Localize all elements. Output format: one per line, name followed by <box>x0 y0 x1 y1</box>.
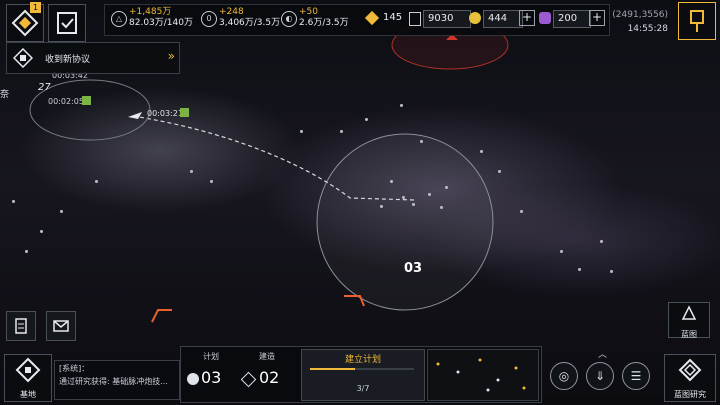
notice-arrow-icon: » <box>167 49 175 63</box>
currency3-value: 444 <box>483 10 523 28</box>
base-button[interactable]: 基地 <box>4 354 52 402</box>
establish-progress-track <box>310 368 414 370</box>
coordinates[interactable]: (2491,3556) <box>612 10 668 20</box>
pin-icon <box>690 10 704 32</box>
plan-icon <box>187 373 199 385</box>
build-header: 建造 <box>259 352 275 361</box>
fleet-timer[interactable]: 00:02:05 <box>48 97 84 106</box>
currency1-value: 145 <box>383 12 403 23</box>
currency4-icon <box>539 12 551 24</box>
gas-resource[interactable]: +50 2.6万/3.5万 <box>299 7 349 29</box>
collapse-arrow-icon[interactable]: ︿ <box>598 347 607 360</box>
crystal-icon: 0 <box>201 11 217 27</box>
notify-badge: 1 <box>30 2 41 13</box>
notice-label: 收到新协议 <box>45 55 91 65</box>
currency2-icon <box>409 12 421 26</box>
fleet-status-icon <box>82 96 91 105</box>
crystal-increase: +248 <box>219 7 244 17</box>
currency4-value: 200 <box>553 10 591 28</box>
chat-message: 通过研究获得: 基础脉冲炮技... <box>59 377 168 386</box>
gas-increase: +50 <box>299 7 318 17</box>
cluster-label: 27 <box>38 82 51 93</box>
crystal-amount: 3,406万/3.5万 <box>219 18 281 28</box>
establish-plan-title: 建立计划 <box>344 355 381 365</box>
plan-count[interactable]: 03 <box>201 368 221 387</box>
currency2-value: 9030 <box>423 10 471 28</box>
blueprint-icon <box>681 305 697 320</box>
plan-header: 计划 <box>203 352 219 361</box>
currency1-icon <box>364 10 380 26</box>
map-label: 奈 <box>0 90 10 100</box>
target-frame-left <box>151 309 172 323</box>
currency3-icon <box>469 12 481 24</box>
mail-icon <box>53 320 69 332</box>
clock: 14:55:28 <box>627 24 668 34</box>
gas-icon: ◐ <box>281 11 297 27</box>
plan-panel: 计划 建造 03 02 建立计划 3/7 <box>180 346 542 403</box>
protocol-icon <box>13 48 33 68</box>
base-icon <box>15 357 41 383</box>
metal-increase: +1,485万 <box>129 7 172 17</box>
blueprint-research-label: 蓝图研究 <box>674 390 706 399</box>
metal-resource[interactable]: +1,485万 82.03万/140万 <box>129 7 193 29</box>
checklist-icon <box>57 12 77 34</box>
fleet-button[interactable]: ☰ <box>622 362 650 390</box>
orbit-button[interactable]: ◎ <box>550 362 578 390</box>
build-count[interactable]: 02 <box>259 368 279 387</box>
chat-channel: [系统]： <box>59 364 90 373</box>
node-range-circle <box>316 133 494 311</box>
establish-plan[interactable]: 建立计划 3/7 <box>301 349 425 401</box>
blueprint-research-icon <box>678 358 702 382</box>
clipboard-button[interactable] <box>6 311 36 341</box>
bookmark-button[interactable] <box>678 2 716 40</box>
blueprint-button[interactable]: 蓝图 <box>668 302 710 339</box>
chat-box[interactable]: [系统]： 通过研究获得: 基础脉冲炮技... <box>54 360 180 400</box>
minimap[interactable] <box>427 349 539 401</box>
new-protocol-notice[interactable]: 收到新协议 » <box>6 42 180 74</box>
base-label: 基地 <box>20 390 36 399</box>
add-currency3-button[interactable]: + <box>519 10 535 26</box>
blueprint-research-button[interactable]: 蓝图研究 <box>664 354 716 402</box>
clipboard-icon <box>15 318 27 334</box>
build-icon <box>240 371 257 388</box>
minimap-markers <box>436 358 526 392</box>
download-button[interactable]: ⇓ <box>586 362 614 390</box>
target-frame-right <box>344 295 365 307</box>
fleet-arrow-icon <box>128 112 142 119</box>
gas-amount: 2.6万/3.5万 <box>299 18 349 28</box>
metal-amount: 82.03万/140万 <box>129 18 193 28</box>
establish-progress-fill <box>310 368 355 370</box>
tasks-button[interactable] <box>48 4 86 42</box>
fleet-timer[interactable]: 00:03:21 <box>147 109 183 118</box>
blueprint-label: 蓝图 <box>681 330 697 339</box>
fleet-status-icon <box>180 108 189 117</box>
add-currency4-button[interactable]: + <box>589 10 605 26</box>
resource-bar: △ +1,485万 82.03万/140万 0 +248 3,406万/3.5万… <box>104 4 610 36</box>
node-code[interactable]: 03 <box>404 261 422 276</box>
crystal-resource[interactable]: +248 3,406万/3.5万 <box>219 7 280 29</box>
mail-button[interactable] <box>46 311 76 341</box>
metal-icon: △ <box>111 11 127 27</box>
establish-progress-text: 3/7 <box>356 384 370 393</box>
